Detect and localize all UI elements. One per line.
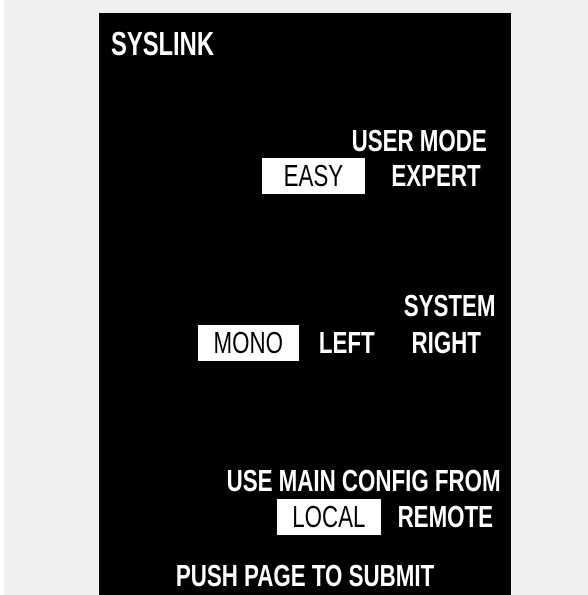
display-screen: SYSLINK USER MODE EASY EXPERT SYSTEM MON… — [99, 13, 511, 595]
main-config-label: USE MAIN CONFIG FROM — [226, 463, 501, 498]
device-frame: SYSLINK USER MODE EASY EXPERT SYSTEM MON… — [4, 0, 588, 595]
user-mode-option-expert[interactable]: EXPERT — [375, 158, 497, 194]
main-config-option-remote[interactable]: REMOTE — [383, 499, 507, 535]
app-title: SYSLINK — [111, 25, 214, 62]
main-config-option-local[interactable]: LOCAL — [277, 499, 381, 535]
system-option-mono[interactable]: MONO — [198, 325, 299, 361]
submit-hint: PUSH PAGE TO SUBMIT — [175, 558, 435, 593]
system-option-right[interactable]: RIGHT — [395, 325, 497, 361]
system-label: SYSTEM — [403, 288, 495, 323]
user-mode-label: USER MODE — [351, 123, 487, 158]
system-option-left[interactable]: LEFT — [307, 325, 387, 361]
user-mode-option-easy[interactable]: EASY — [262, 158, 365, 194]
